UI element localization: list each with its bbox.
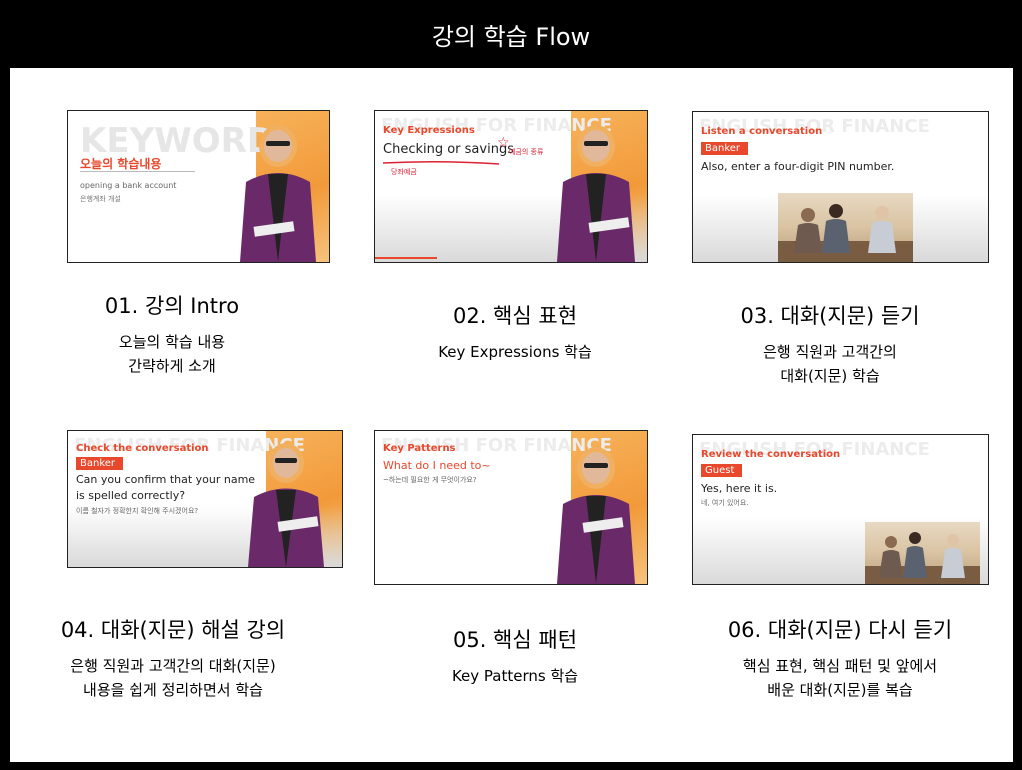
step-caption-check-conversation: 04. 대화(지문) 해설 강의 은행 직원과 고객간의 대화(지문) 내용을 … <box>48 614 298 702</box>
step-description: 핵심 표현, 핵심 패턴 및 앞에서 배운 대화(지문)를 복습 <box>742 657 938 699</box>
step-caption-intro: 01. 강의 Intro 오늘의 학습 내용 간략하게 소개 <box>67 290 277 378</box>
page-title: 강의 학습 Flow <box>431 22 591 51</box>
card-heading: 오늘의 학습내용 <box>80 157 162 171</box>
pattern-line: What do I need to~ <box>383 459 491 472</box>
dialogue-line: Yes, here it is. <box>701 482 778 495</box>
star-icon: ☆ <box>497 135 510 151</box>
card-divider <box>80 171 195 172</box>
dialogue-line-2: is spelled correctly? <box>76 489 186 502</box>
bank-meeting-photo <box>778 193 913 262</box>
step-caption-listen-conversation: 03. 대화(지문) 듣기 은행 직원과 고객간의 대화(지문) 학습 <box>730 300 930 388</box>
presenter-image <box>557 125 635 262</box>
section-label: Check the conversation <box>76 443 209 454</box>
speaker-tag: Banker <box>701 142 749 155</box>
presenter-image <box>557 447 635 584</box>
step-title: 06. 대화(지문) 다시 듣기 <box>727 618 953 642</box>
dialogue-line: Can you confirm that your name <box>76 473 256 486</box>
step-thumbnail-key-patterns[interactable]: ENGLISH FOR FINANCE Key Patterns What do… <box>374 430 648 585</box>
speaker-tag: Banker <box>76 457 124 470</box>
translation-line: ~하는데 필요한 게 무엇이가요? <box>383 476 477 484</box>
card-line: opening a bank account <box>80 181 177 190</box>
step-description: 은행 직원과 고객간의 대화(지문) 학습 <box>763 343 897 385</box>
step-thumbnail-review-conversation[interactable]: ENGLISH FOR FINANCE Review the conversat… <box>692 434 989 585</box>
key-phrase: Checking or savings <box>383 142 514 157</box>
section-label: Key Patterns <box>383 443 456 454</box>
step-title: 05. 핵심 패턴 <box>452 628 578 652</box>
step-description: 은행 직원과 고객간의 대화(지문) 내용을 쉽게 정리하면서 학습 <box>70 657 276 699</box>
presenter-image <box>248 443 324 567</box>
step-caption-key-patterns: 05. 핵심 패턴 Key Patterns 학습 <box>410 624 620 688</box>
bank-meeting-photo <box>865 522 980 584</box>
translation-line: 이름 철자가 정확한지 확인해 주시겠어요? <box>76 507 199 515</box>
translation-line: 네, 여기 있어요. <box>701 499 749 507</box>
dialogue-line: Also, enter a four-digit PIN number. <box>701 160 895 173</box>
note-label: 예금의 종류 <box>509 148 544 156</box>
underline-mark <box>382 160 500 165</box>
flow-panel: KEYWORD 오늘의 학습내용 opening a bank account … <box>10 68 1013 762</box>
step-thumbnail-intro[interactable]: KEYWORD 오늘의 학습내용 opening a bank account … <box>67 110 330 263</box>
card-subline: 은행계좌 개설 <box>80 195 121 203</box>
step-description: 오늘의 학습 내용 간략하게 소개 <box>118 333 226 375</box>
section-label: Listen a conversation <box>701 126 823 137</box>
step-caption-key-expressions: 02. 핵심 표현 Key Expressions 학습 <box>410 300 620 364</box>
step-title: 01. 강의 Intro <box>104 294 240 318</box>
step-thumbnail-check-conversation[interactable]: ENGLISH FOR FINANCE Check the conversati… <box>67 430 343 568</box>
progress-bar <box>375 257 437 259</box>
step-description: Key Expressions 학습 <box>438 343 592 361</box>
step-description: Key Patterns 학습 <box>451 667 579 685</box>
step-title: 02. 핵심 표현 <box>452 304 578 328</box>
section-label: Review the conversation <box>701 449 841 460</box>
step-title: 03. 대화(지문) 듣기 <box>740 304 920 328</box>
step-thumbnail-listen-conversation[interactable]: ENGLISH FOR FINANCE Listen a conversatio… <box>692 111 989 263</box>
page-header: 강의 학습 Flow <box>0 0 1022 68</box>
step-caption-review-conversation: 06. 대화(지문) 다시 듣기 핵심 표현, 핵심 패턴 및 앞에서 배운 대… <box>725 614 955 702</box>
step-title: 04. 대화(지문) 해설 강의 <box>60 618 286 642</box>
step-thumbnail-key-expressions[interactable]: ENGLISH FOR FINANCE Key Expressions Chec… <box>374 110 648 263</box>
section-label: Key Expressions <box>383 125 475 136</box>
note-label-2: 당좌예금 <box>391 168 417 176</box>
speaker-tag: Guest <box>701 464 743 477</box>
presenter-image <box>240 125 316 262</box>
